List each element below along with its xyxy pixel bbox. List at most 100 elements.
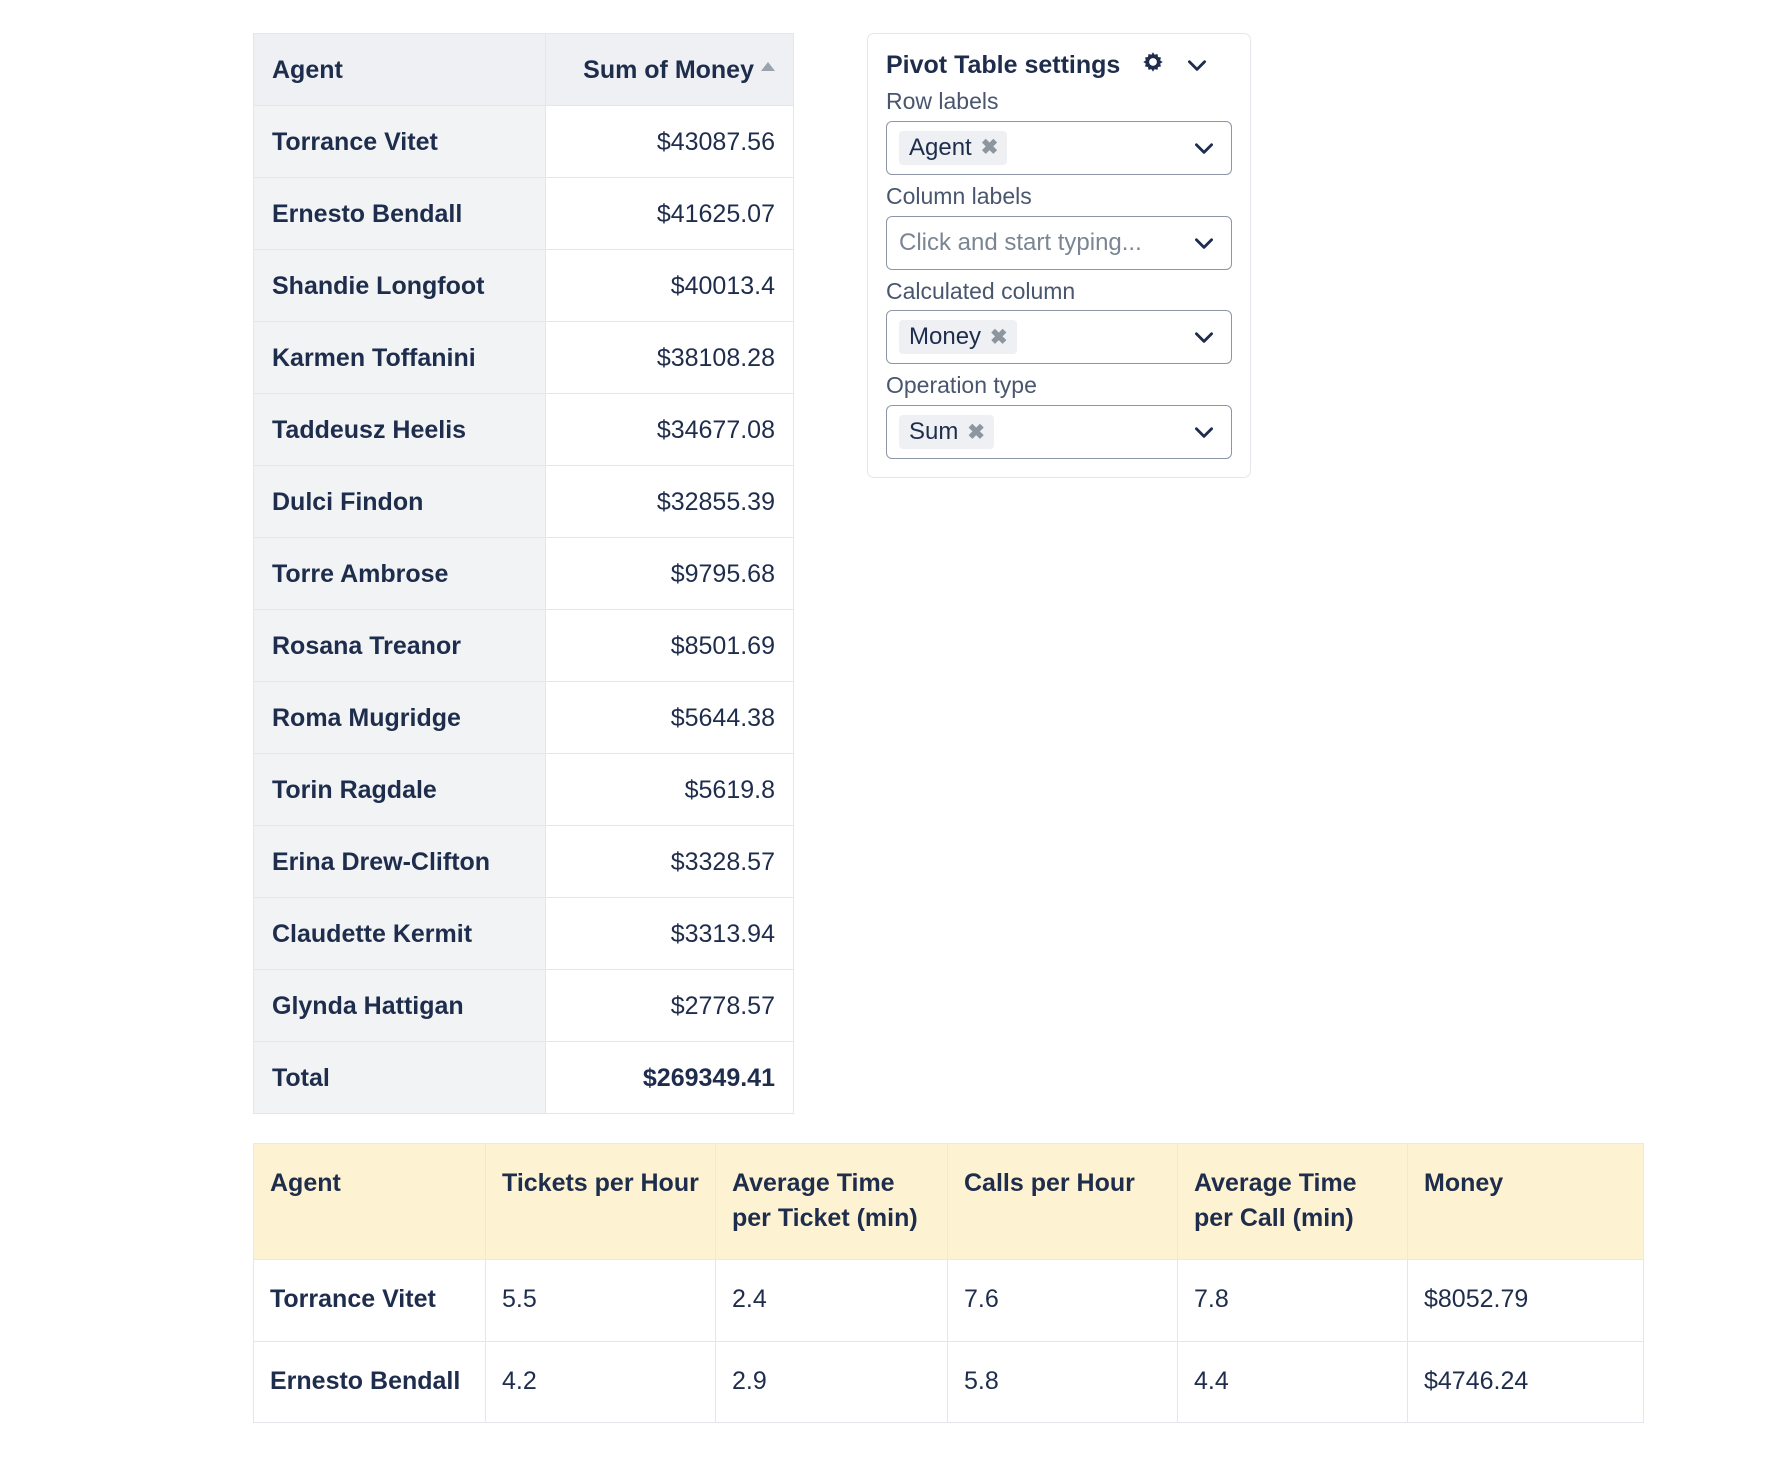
field-select-column-labels[interactable]: Click and start typing...: [886, 215, 1232, 270]
data-cell: 4.2: [485, 1340, 716, 1423]
pivot-cell-sum: $5644.38: [545, 681, 794, 754]
pivot-cell-agent: Ernesto Bendall: [253, 177, 546, 250]
field-label-column-labels: Column labels: [886, 182, 1032, 209]
pivot-cell-agent: Erina Drew-Clifton: [253, 825, 546, 898]
chip-sum[interactable]: Sum ✖: [899, 415, 994, 449]
sort-ascending-icon: [761, 61, 775, 71]
pivot-cell-agent: Dulci Findon: [253, 465, 546, 538]
pivot-table-row: Ernesto Bendall $41625.07: [253, 177, 794, 250]
pivot-cell-agent: Karmen Toffanini: [253, 321, 546, 394]
data-header-calls-per-hour[interactable]: Calls per Hour: [947, 1143, 1178, 1260]
pivot-cell-sum: $2778.57: [545, 969, 794, 1042]
data-header-tickets-per-hour[interactable]: Tickets per Hour: [485, 1143, 716, 1260]
pivot-cell-sum: $34677.08: [545, 393, 794, 466]
pivot-table-row: Torin Ragdale $5619.8: [253, 753, 794, 826]
chip-label: Sum: [909, 418, 959, 445]
chip-remove-icon[interactable]: ✖: [981, 137, 999, 158]
field-select-calculated-column[interactable]: Money ✖: [886, 310, 1232, 365]
pivot-table-row: Torre Ambrose $9795.68: [253, 537, 794, 610]
field-placeholder: Click and start typing...: [899, 228, 1142, 256]
pivot-table-row: Torrance Vitet $43087.56: [253, 105, 794, 178]
chevron-down-icon[interactable]: [1191, 324, 1217, 350]
data-cell-agent: Ernesto Bendall: [253, 1340, 486, 1423]
pivot-header-sum-of-money[interactable]: Sum of Money: [545, 33, 794, 106]
chip-label: Money: [909, 323, 982, 351]
pivot-cell-sum: $9795.68: [545, 537, 794, 610]
pivot-table-row: Rosana Treanor $8501.69: [253, 609, 794, 682]
chevron-down-icon[interactable]: [1191, 135, 1217, 161]
pivot-table-body: Torrance Vitet $43087.56 Ernesto Bendall $4…: [253, 105, 794, 1114]
pivot-header-row: Agent Sum of Money: [253, 33, 794, 106]
settings-header-actions: [1138, 50, 1232, 80]
pivot-table-row: Karmen Toffanini $38108.28: [253, 321, 794, 394]
pivot-table-row: Taddeusz Heelis $34677.08: [253, 393, 794, 466]
pivot-header-agent[interactable]: Agent: [253, 33, 546, 106]
data-cell-agent: Torrance Vitet: [253, 1259, 486, 1342]
pivot-cell-sum: $3328.57: [545, 825, 794, 898]
pivot-cell-agent: Glynda Hattigan: [253, 969, 546, 1042]
data-header-average-time-per-call-min[interactable]: Average Time per Call (min): [1177, 1143, 1408, 1260]
field-label-calculated-column: Calculated column: [886, 277, 1076, 304]
data-table-body: Torrance Vitet 5.5 2.4 7.6 7.8 $8052.79 Ernest…: [253, 1259, 1644, 1423]
pivot-cell-sum: $38108.28: [545, 321, 794, 394]
chip-agent[interactable]: Agent ✖: [899, 130, 1008, 165]
pivot-cell-agent: Claudette Kermit: [253, 897, 546, 970]
pivot-total-label: Total: [253, 1041, 546, 1114]
pivot-cell-sum: $8501.69: [545, 609, 794, 682]
pivot-cell-sum: $40013.4: [545, 249, 794, 322]
chip-money[interactable]: Money ✖: [899, 320, 1017, 355]
chip-remove-icon[interactable]: ✖: [967, 422, 985, 443]
data-header-agent[interactable]: Agent: [253, 1143, 486, 1260]
chevron-down-icon[interactable]: [1191, 419, 1217, 445]
pivot-table-row: Dulci Findon $32855.39: [253, 465, 794, 538]
pivot-table: Agent Sum of Money Torrance Vitet $43087.…: [253, 33, 794, 1114]
pivot-cell-sum: $3313.94: [545, 897, 794, 970]
data-table-row: Ernesto Bendall 4.2 2.9 5.8 4.4 $4746.24: [253, 1340, 1644, 1423]
gear-icon[interactable]: [1138, 50, 1168, 80]
pivot-cell-sum: $41625.07: [545, 177, 794, 250]
data-table-container: Agent Tickets per Hour Average Time per Ti…: [253, 1143, 1644, 1423]
pivot-total-value: $269349.41: [545, 1041, 794, 1114]
data-table: Agent Tickets per Hour Average Time per Ti…: [253, 1143, 1644, 1423]
data-table-row: Torrance Vitet 5.5 2.4 7.6 7.8 $8052.79: [253, 1259, 1644, 1342]
field-label-row-labels: Row labels: [886, 88, 999, 114]
chevron-down-icon[interactable]: [1191, 230, 1217, 256]
data-cell: 4.4: [1177, 1340, 1408, 1423]
pivot-table-row: Shandie Longfoot $40013.4: [253, 249, 794, 322]
pivot-cell-agent: Torre Ambrose: [253, 537, 546, 610]
data-cell: 2.4: [715, 1259, 948, 1342]
pivot-cell-agent: Torin Ragdale: [253, 753, 546, 826]
data-cell: 7.8: [1177, 1259, 1408, 1342]
pivot-table-row: Claudette Kermit $3313.94: [253, 897, 794, 970]
data-table-head: Agent Tickets per Hour Average Time per Ti…: [253, 1143, 1644, 1260]
data-cell: $4746.24: [1407, 1340, 1644, 1423]
pivot-table-container: Agent Sum of Money Torrance Vitet $43087.…: [253, 33, 794, 1114]
field-select-row-labels[interactable]: Agent ✖: [886, 120, 1232, 175]
field-label-operation-type: Operation type: [886, 372, 1037, 399]
pivot-table-head: Agent Sum of Money: [253, 33, 794, 106]
chip-label: Agent: [909, 133, 972, 161]
pivot-cell-agent: Roma Mugridge: [253, 681, 546, 754]
settings-fields: Row labels Agent ✖ Column labels Click and s…: [886, 87, 1232, 459]
settings-header: Pivot Table settings: [886, 50, 1232, 80]
data-header-average-time-per-ticket-min[interactable]: Average Time per Ticket (min): [715, 1143, 948, 1260]
chip-remove-icon[interactable]: ✖: [990, 327, 1008, 348]
pivot-cell-agent: Taddeusz Heelis: [253, 393, 546, 466]
pivot-cell-agent: Torrance Vitet: [253, 105, 546, 178]
data-header-row: Agent Tickets per Hour Average Time per Ti…: [253, 1143, 1644, 1260]
data-cell: 7.6: [947, 1259, 1178, 1342]
pivot-header-sum-label: Sum of Money: [583, 55, 754, 84]
pivot-cell-sum: $32855.39: [545, 465, 794, 538]
data-cell: 5.5: [485, 1259, 716, 1342]
chevron-down-icon[interactable]: [1184, 52, 1210, 78]
data-cell: $8052.79: [1407, 1259, 1644, 1342]
pivot-table-settings-panel: Pivot Table settings Row labels Agent ✖ Col…: [867, 33, 1251, 478]
data-header-money[interactable]: Money: [1407, 1143, 1644, 1260]
data-cell: 2.9: [715, 1340, 948, 1423]
field-select-operation-type[interactable]: Sum ✖: [886, 405, 1232, 459]
pivot-cell-agent: Shandie Longfoot: [253, 249, 546, 322]
page-canvas: Agent Sum of Money Torrance Vitet $43087.…: [0, 0, 1782, 1468]
pivot-table-row: Roma Mugridge $5644.38: [253, 681, 794, 754]
settings-title: Pivot Table settings: [886, 50, 1121, 79]
pivot-cell-agent: Rosana Treanor: [253, 609, 546, 682]
